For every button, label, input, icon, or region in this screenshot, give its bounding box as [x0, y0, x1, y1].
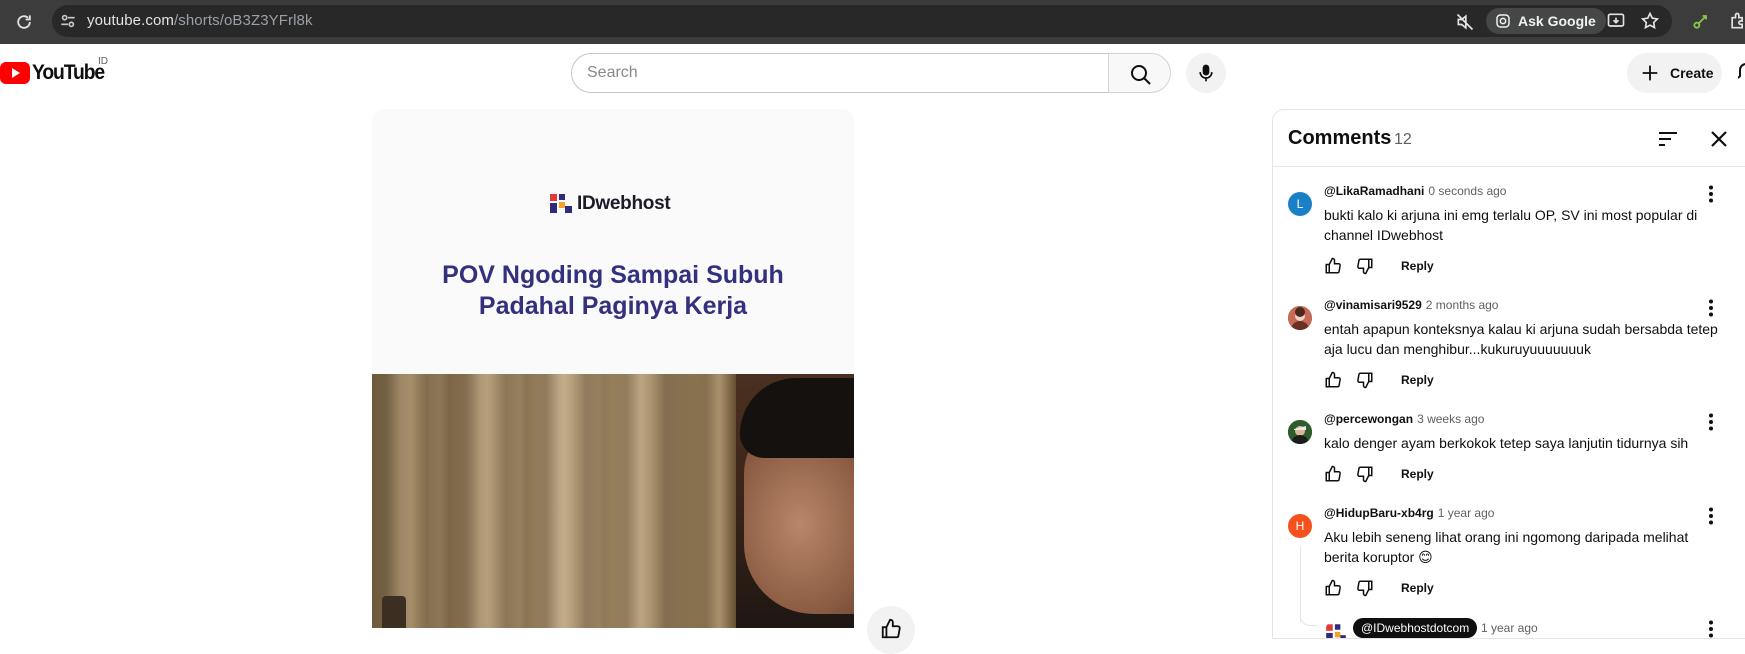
video-title: POV Ngoding Sampai Subuh Padahal Paginya… — [372, 260, 854, 322]
reply-button[interactable]: Reply — [1401, 581, 1434, 595]
comment-author-name: @HidupBaru-xb4rg — [1324, 506, 1434, 520]
country-code: ID — [98, 56, 108, 67]
thumbs-up-icon — [881, 618, 901, 639]
comments-title: Comments — [1288, 127, 1392, 149]
avatar[interactable]: H — [1288, 514, 1312, 538]
more-actions-icon[interactable] — [1701, 506, 1721, 526]
comment-author-name: @LikaRamadhani — [1324, 184, 1425, 198]
like-button[interactable] — [867, 606, 915, 654]
reply-thread-line — [1300, 546, 1301, 622]
avatar[interactable] — [1324, 621, 1348, 638]
comment-time[interactable]: 0 seconds ago — [1428, 184, 1506, 198]
comment-time[interactable]: 1 year ago — [1481, 621, 1538, 635]
avatar-image-icon — [1288, 420, 1312, 444]
close-icon[interactable] — [1707, 127, 1731, 151]
reply-button[interactable]: Reply — [1401, 467, 1434, 481]
search-button[interactable] — [1108, 53, 1171, 93]
comments-panel: Comments 12 L @LikaRamadhani 0 seconds ag… — [1272, 109, 1745, 639]
notifications-icon[interactable] — [1738, 62, 1745, 82]
microphone-icon — [1199, 64, 1213, 82]
more-actions-icon[interactable] — [1701, 619, 1721, 639]
video-title-line-2: Padahal Paginya Kerja — [478, 292, 748, 320]
thumbs-down-icon[interactable] — [1356, 579, 1374, 597]
curtain — [372, 374, 742, 628]
comment-text: bukti kalo ki arjuna ini emg terlalu OP,… — [1324, 207, 1698, 243]
search-input[interactable] — [587, 62, 1087, 84]
thumbs-down-icon[interactable] — [1356, 257, 1374, 275]
extensions-puzzle-icon[interactable] — [1728, 11, 1745, 31]
avatar[interactable] — [1288, 420, 1312, 444]
youtube-logo-icon[interactable] — [0, 61, 30, 87]
reload-icon[interactable] — [14, 12, 34, 32]
install-app-icon[interactable] — [1606, 11, 1626, 31]
more-actions-icon[interactable] — [1701, 298, 1721, 318]
curtain-rod — [382, 596, 406, 628]
url-path: /shorts/oB3Z3YFrl8k — [173, 12, 313, 29]
avatar-image-icon — [1288, 306, 1312, 330]
ask-google-button[interactable]: Ask Google — [1486, 8, 1606, 34]
comment-author[interactable]: @vinamisari9529 2 months ago — [1324, 298, 1498, 312]
sort-icon[interactable] — [1656, 127, 1680, 151]
create-button[interactable]: Create — [1627, 53, 1722, 93]
comment-author-name: @vinamisari9529 — [1324, 298, 1422, 312]
comment-time[interactable]: 2 months ago — [1426, 298, 1499, 312]
lens-icon — [1496, 14, 1510, 28]
thumbs-up-icon[interactable] — [1324, 465, 1342, 483]
youtube-logo-text[interactable]: YouTube — [32, 61, 105, 85]
extension-icon[interactable] — [1691, 11, 1711, 31]
comment-author[interactable]: @HidupBaru-xb4rg 1 year ago — [1324, 506, 1494, 520]
search-icon — [1131, 65, 1151, 85]
reply-button[interactable]: Reply — [1401, 373, 1434, 387]
create-label: Create — [1670, 65, 1714, 81]
video-frame — [372, 374, 854, 628]
avatar[interactable] — [1288, 306, 1312, 330]
comment-text: kalo denger ayam berkokok tetep saya lan… — [1324, 435, 1689, 451]
comments-header: Comments 12 — [1273, 110, 1745, 167]
creator-author-badge[interactable]: @IDwebhostdotcom — [1353, 618, 1478, 638]
idwebhost-logo-icon — [1326, 624, 1346, 638]
comments-count: 12 — [1394, 131, 1412, 148]
more-actions-icon[interactable] — [1701, 412, 1721, 432]
thumbs-up-icon[interactable] — [1324, 257, 1342, 275]
video-title-line-1: POV Ngoding Sampai Subuh — [442, 261, 784, 289]
video-caption-area: IDwebhost POV Ngoding Sampai Subuh Padah… — [372, 109, 854, 374]
comment-text: Aku lebih seneng lihat orang ini ngomong… — [1324, 529, 1689, 565]
comment-author-name: @percewongan — [1324, 412, 1414, 426]
comment-author[interactable]: @LikaRamadhani 0 seconds ago — [1324, 184, 1506, 198]
comment-time[interactable]: 3 weeks ago — [1417, 412, 1484, 426]
plus-icon — [1642, 65, 1658, 81]
thumbs-down-icon[interactable] — [1356, 465, 1374, 483]
mute-tab-icon[interactable] — [1455, 12, 1475, 32]
brand-name: IDwebhost — [577, 193, 671, 214]
avatar[interactable]: L — [1288, 192, 1312, 216]
reply-time-wrap: 1 year ago — [1481, 621, 1538, 635]
thumbs-up-icon[interactable] — [1324, 579, 1342, 597]
thumbs-up-icon[interactable] — [1324, 371, 1342, 389]
reply-button[interactable]: Reply — [1401, 259, 1434, 273]
browser-toolbar: youtube.com/shorts/oB3Z3YFrl8k Ask Googl… — [0, 0, 1745, 44]
voice-search-button[interactable] — [1186, 53, 1226, 93]
comment-text: entah apapun konteksnya kalau ki arjuna … — [1324, 321, 1718, 357]
more-actions-icon[interactable] — [1701, 184, 1721, 204]
shorts-video-player[interactable]: IDwebhost POV Ngoding Sampai Subuh Padah… — [372, 109, 854, 628]
comment-author[interactable]: @percewongan 3 weeks ago — [1324, 412, 1484, 426]
url-text[interactable]: youtube.com/shorts/oB3Z3YFrl8k — [87, 12, 313, 29]
comment-time[interactable]: 1 year ago — [1438, 506, 1495, 520]
bookmark-star-icon[interactable] — [1640, 11, 1660, 31]
reply-thread-curve — [1300, 612, 1318, 626]
ask-google-label: Ask Google — [1518, 13, 1596, 29]
thumbs-down-icon[interactable] — [1356, 371, 1374, 389]
site-info-icon[interactable] — [58, 11, 78, 31]
url-host: youtube.com — [87, 12, 174, 29]
idwebhost-logo-icon — [550, 194, 572, 213]
